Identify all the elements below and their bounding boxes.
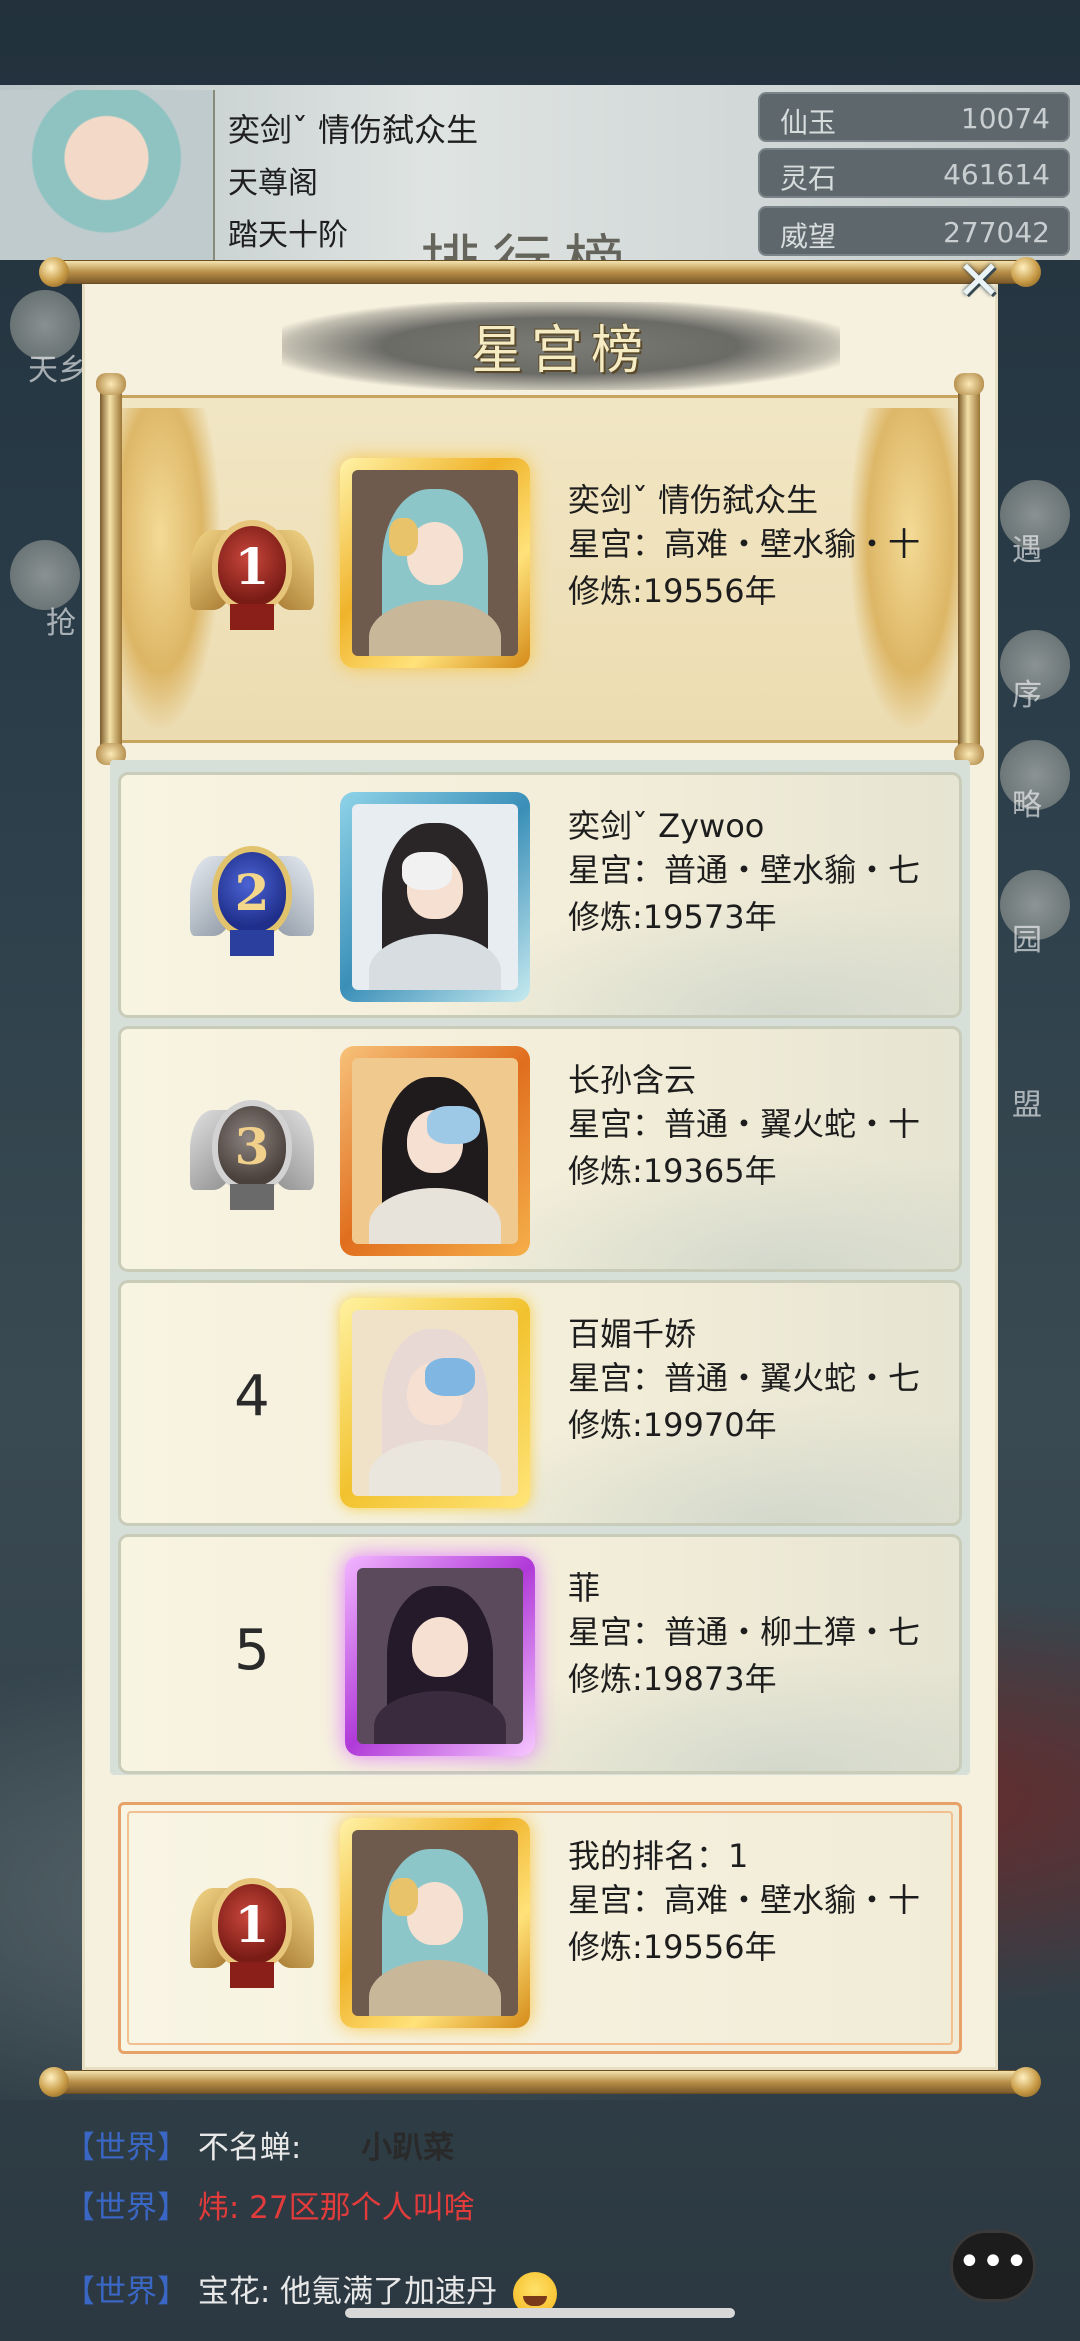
cultivation: 修炼:19556年 xyxy=(568,1928,777,1966)
side-menu-label: 园 xyxy=(1012,923,1042,958)
player-realm: 踏天十阶 xyxy=(228,218,348,253)
resource-value: 10074 xyxy=(960,102,1050,135)
resource-value: 461614 xyxy=(943,158,1050,191)
star-palace: 星宫：普通・壁水貐・七 xyxy=(568,851,921,889)
resource-label: 灵石 xyxy=(780,162,837,195)
side-menu-label: 序 xyxy=(1012,678,1042,713)
rank-3-medal-icon: 3 xyxy=(190,1088,314,1212)
rank-number: 5 xyxy=(234,1618,270,1683)
rank-number: 3 xyxy=(212,1100,292,1192)
star-palace: 星宫：普通・翼火蛇・七 xyxy=(568,1359,921,1397)
side-menu-label: 抢 xyxy=(46,606,76,641)
rank-1-medal-icon: 1 xyxy=(190,508,314,632)
player-sect: 天尊阁 xyxy=(228,166,318,201)
rank-2-avatar-frame[interactable] xyxy=(340,792,530,1002)
rank-2-medal-icon: 2 xyxy=(190,834,314,958)
rank-5-info: 菲 星宫：普通・柳土獐・七 修炼:19873年 xyxy=(568,1568,968,1699)
chat-channel-tag: 【世界】 xyxy=(64,2190,188,2226)
chat-speaker: 宝花: xyxy=(197,2274,271,2310)
player-name: 菲 xyxy=(568,1569,601,1607)
side-menu-label: 天乡 xyxy=(28,353,88,388)
cultivation: 修炼:19365年 xyxy=(568,1152,777,1190)
resource-xianyu: 仙玉 10074 xyxy=(758,92,1070,142)
star-palace: 星宫：高难・壁水貐・十 xyxy=(568,525,921,563)
cultivation: 修炼:19873年 xyxy=(568,1660,777,1698)
avatar-portrait xyxy=(352,1830,518,2016)
scroll-rod-top xyxy=(39,257,1041,287)
avatar-portrait xyxy=(352,470,518,656)
resource-lingshi: 灵石 461614 xyxy=(758,148,1070,198)
my-rank-medal-icon: 1 xyxy=(190,1866,314,1990)
chat-speaker: 不名蝉: xyxy=(197,2130,302,2166)
my-avatar-frame[interactable] xyxy=(340,1818,530,2028)
chat-message: 小趴菜 xyxy=(361,2130,455,2166)
star-palace: 星宫：普通・柳土獐・七 xyxy=(568,1613,921,1651)
side-menu-label: 盟 xyxy=(1012,1088,1042,1123)
rank-number: 4 xyxy=(234,1364,270,1429)
side-menu-label: 遇 xyxy=(1012,533,1042,568)
rank-number: 1 xyxy=(212,1878,292,1970)
avatar-portrait xyxy=(357,1568,523,1744)
scroll-pole-left xyxy=(96,373,126,765)
rank-4-info: 百媚千娇 星宫：普通・翼火蛇・七 修炼:19970年 xyxy=(568,1314,968,1445)
rank-3-avatar-frame[interactable] xyxy=(340,1046,530,1256)
rank-1-info: 奕剑ˇ 情伤弑众生 星宫：高难・壁水貐・十 修炼:19556年 xyxy=(568,480,968,611)
home-indicator[interactable] xyxy=(345,2308,735,2318)
resource-weiwang: 威望 277042 xyxy=(758,206,1070,256)
cultivation: 修炼:19556年 xyxy=(568,572,777,610)
star-palace: 星宫：高难・壁水貐・十 xyxy=(568,1881,921,1919)
rank-1-avatar-frame[interactable] xyxy=(340,458,530,668)
avatar-portrait xyxy=(352,1310,518,1496)
side-menu-label: 略 xyxy=(1012,788,1042,823)
resource-value: 277042 xyxy=(943,216,1050,249)
scroll-rod-bottom xyxy=(39,2067,1041,2097)
player-name: 奕剑ˇ 情伤弑众生 xyxy=(228,111,479,149)
player-name: 百媚千娇 xyxy=(568,1315,697,1353)
chat-channel-tag: 【世界】 xyxy=(64,2130,188,2166)
resource-label: 仙玉 xyxy=(780,106,837,139)
close-button[interactable]: ✕ xyxy=(950,252,1008,310)
chat-message: 他氪满了加速丹 xyxy=(280,2274,498,2310)
avatar-portrait xyxy=(352,804,518,990)
chat-line[interactable]: 【世界】 不名蝉: 小趴菜 xyxy=(64,2122,454,2167)
player-name: 长孙含云 xyxy=(568,1061,697,1099)
avatar-portrait xyxy=(352,1058,518,1244)
rank-5-avatar-frame[interactable] xyxy=(345,1556,535,1756)
cultivation: 修炼:19970年 xyxy=(568,1406,777,1444)
cultivation: 修炼:19573年 xyxy=(568,898,777,936)
rank-3-info: 长孙含云 星宫：普通・翼火蛇・十 修炼:19365年 xyxy=(568,1060,968,1191)
star-palace: 星宫：普通・翼火蛇・十 xyxy=(568,1105,921,1143)
chat-message: 27区那个人叫啥 xyxy=(249,2190,475,2226)
my-rank-label: 我的排名：1 xyxy=(568,1837,749,1875)
popup-title: 星宫榜 xyxy=(470,321,651,381)
my-rank-info: 我的排名：1 星宫：高难・壁水貐・十 修炼:19556年 xyxy=(568,1836,968,1967)
chat-line[interactable]: 【世界】 炜: 27区那个人叫啥 xyxy=(64,2182,475,2227)
resource-label: 威望 xyxy=(780,220,837,253)
chat-channel-tag: 【世界】 xyxy=(64,2274,188,2310)
player-name: 奕剑ˇ Zywoo xyxy=(568,807,765,845)
player-name: 奕剑ˇ 情伤弑众生 xyxy=(568,481,819,519)
more-dots-icon[interactable]: ••• xyxy=(950,2230,1036,2302)
rank-number: 2 xyxy=(212,846,292,938)
chat-speaker: 炜: xyxy=(197,2190,240,2226)
rank-number: 1 xyxy=(212,520,292,612)
rank-4-avatar-frame[interactable] xyxy=(340,1298,530,1508)
rank-2-info: 奕剑ˇ Zywoo 星宫：普通・壁水貐・七 修炼:19573年 xyxy=(568,806,968,937)
player-avatar[interactable] xyxy=(0,90,215,260)
